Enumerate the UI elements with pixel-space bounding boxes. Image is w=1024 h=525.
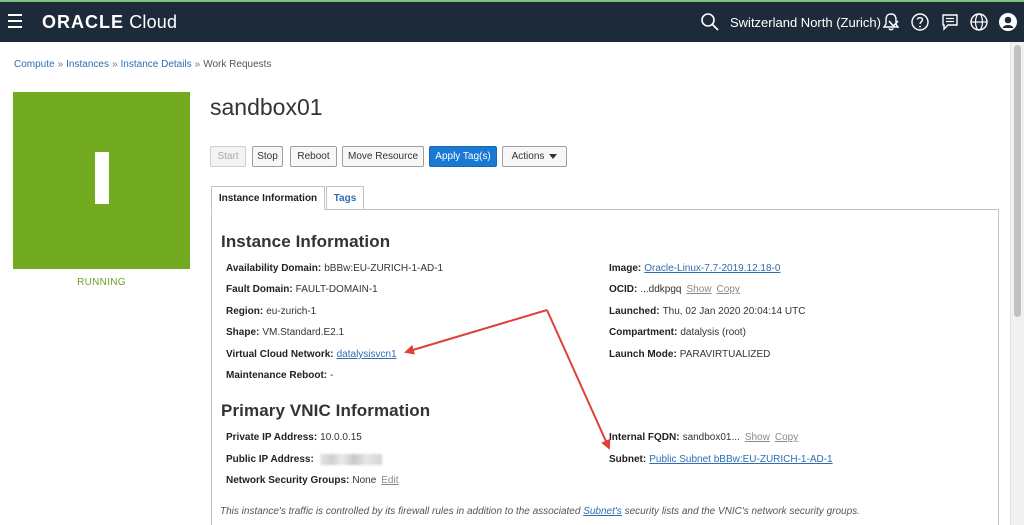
status-label: RUNNING [77, 277, 126, 288]
page-scrollbar-thumb[interactable] [1014, 45, 1021, 317]
image-field: Image: Oracle-Linux-7.7-2019.12.18-0 [609, 263, 780, 274]
field-value: 10.0.0.15 [320, 432, 362, 443]
field-label: Fault Domain: [226, 284, 293, 295]
start-button[interactable]: Start [210, 146, 246, 167]
field-label: Network Security Groups: [226, 475, 350, 486]
field-value: bBBw:EU-ZURICH-1-AD-1 [324, 263, 444, 274]
field-label: Internal FQDN: [609, 432, 680, 443]
vcn-link[interactable]: datalysisvcn1 [337, 349, 397, 360]
brand-name: ORACLE [42, 12, 124, 32]
field-value: VM.Standard.E2.1 [262, 327, 345, 338]
field-label: OCID: [609, 284, 638, 295]
region-field: Region: eu-zurich-1 [226, 306, 316, 317]
fault-domain-field: Fault Domain: FAULT-DOMAIN-1 [226, 284, 378, 295]
field-label: Region: [226, 306, 264, 317]
breadcrumb: Compute» Instances» Instance Details» Work … [14, 59, 271, 70]
brand-product: Cloud [129, 12, 178, 32]
stop-button[interactable]: Stop [252, 146, 283, 167]
field-value: eu-zurich-1 [266, 306, 317, 317]
move-resource-button[interactable]: Move Resource [342, 146, 424, 167]
private-ip-field: Private IP Address: 10.0.0.15 [226, 432, 362, 443]
breadcrumb-current: Work Requests [203, 59, 272, 70]
actions-dropdown-button[interactable]: Actions [502, 146, 567, 167]
field-label: Compartment: [609, 327, 678, 338]
field-label: Launch Mode: [609, 349, 677, 360]
maintenance-reboot-field: Maintenance Reboot: - [226, 370, 333, 381]
region-name: Switzerland North (Zurich) [730, 15, 881, 30]
help-icon[interactable] [910, 12, 930, 32]
field-label: Availability Domain: [226, 263, 322, 274]
reboot-button[interactable]: Reboot [290, 146, 337, 167]
shape-field: Shape: VM.Standard.E2.1 [226, 327, 344, 338]
user-icon[interactable] [998, 12, 1018, 32]
actions-label: Actions [511, 151, 545, 162]
field-value: Thu, 02 Jan 2020 20:04:14 UTC [662, 306, 806, 317]
chat-icon[interactable] [940, 12, 960, 32]
instance-information-heading: Instance Information [221, 232, 391, 251]
field-label: Launched: [609, 306, 660, 317]
apply-tags-button[interactable]: Apply Tag(s) [429, 146, 497, 167]
launch-mode-field: Launch Mode: PARAVIRTUALIZED [609, 349, 770, 360]
ocid-show-link[interactable]: Show [687, 284, 712, 295]
tab-tags[interactable]: Tags [326, 186, 364, 210]
field-value: None [352, 475, 377, 486]
field-label: Public IP Address: [226, 454, 314, 466]
field-value: datalysis (root) [680, 327, 746, 338]
instance-status-tile [13, 92, 190, 269]
subnet-link[interactable]: Public Subnet bBBw:EU-ZURICH-1-AD-1 [649, 454, 832, 465]
field-label: Shape: [226, 327, 260, 338]
field-label: Subnet: [609, 454, 647, 465]
field-value: PARAVIRTUALIZED [679, 349, 771, 360]
ocid-field: OCID: ...ddkpgq Show Copy [609, 284, 740, 295]
breadcrumb-separator: » [57, 59, 64, 70]
footnote-text: This instance's traffic is controlled by… [220, 506, 584, 517]
breadcrumb-compute[interactable]: Compute [14, 59, 55, 70]
availability-domain-field: Availability Domain: bBBw:EU-ZURICH-1-AD-… [226, 263, 443, 274]
tab-instance-information[interactable]: Instance Information [211, 186, 325, 210]
region-selector[interactable]: Switzerland North (Zurich) [730, 15, 899, 30]
redacted-public-ip [319, 454, 382, 465]
subnet-field: Subnet: Public Subnet bBBw:EU-ZURICH-1-AD… [609, 454, 833, 465]
footnote-text: security lists and the VNIC's network se… [621, 506, 860, 517]
launched-field: Launched: Thu, 02 Jan 2020 20:04:14 UTC [609, 306, 805, 317]
field-value: - [330, 370, 334, 381]
subnet-footnote-link[interactable]: Subnet's [583, 506, 622, 517]
traffic-footnote: This instance's traffic is controlled by… [220, 506, 860, 517]
globe-icon[interactable] [969, 12, 989, 32]
field-value: FAULT-DOMAIN-1 [295, 284, 378, 295]
breadcrumb-separator: » [194, 59, 201, 70]
public-ip-field: Public IP Address: [226, 454, 382, 465]
breadcrumb-instance-details[interactable]: Instance Details [121, 59, 192, 70]
instance-glyph-icon [95, 152, 109, 204]
compartment-field: Compartment: datalysis (root) [609, 327, 746, 338]
ocid-copy-link[interactable]: Copy [717, 284, 740, 295]
caret-down-icon [549, 153, 558, 159]
field-label: Virtual Cloud Network: [226, 349, 334, 360]
search-icon[interactable] [700, 12, 720, 32]
primary-vnic-heading: Primary VNIC Information [221, 401, 431, 420]
virtual-cloud-network-field: Virtual Cloud Network: datalysisvcn1 [226, 349, 397, 360]
network-security-groups-field: Network Security Groups: None Edit [226, 475, 399, 486]
field-label: Maintenance Reboot: [226, 370, 328, 381]
menu-icon[interactable] [8, 14, 22, 28]
breadcrumb-separator: » [111, 59, 118, 70]
internal-fqdn-field: Internal FQDN: sandbox01... Show Copy [609, 432, 798, 443]
brand-logo[interactable]: ORACLE Cloud [42, 12, 177, 33]
field-value: sandbox01... [682, 432, 740, 443]
breadcrumb-instances[interactable]: Instances [66, 59, 109, 70]
top-navigation-bar: ORACLE Cloud Switzerland North (Zurich) [0, 2, 1024, 42]
field-label: Private IP Address: [226, 432, 318, 443]
bell-icon[interactable] [881, 12, 901, 32]
page-title: sandbox01 [210, 94, 323, 120]
fqdn-show-link[interactable]: Show [745, 432, 770, 443]
nsg-edit-link[interactable]: Edit [381, 475, 398, 486]
field-label: Image: [609, 263, 642, 274]
image-link[interactable]: Oracle-Linux-7.7-2019.12.18-0 [644, 263, 780, 274]
field-value: ...ddkpgq [640, 284, 682, 295]
fqdn-copy-link[interactable]: Copy [775, 432, 798, 443]
